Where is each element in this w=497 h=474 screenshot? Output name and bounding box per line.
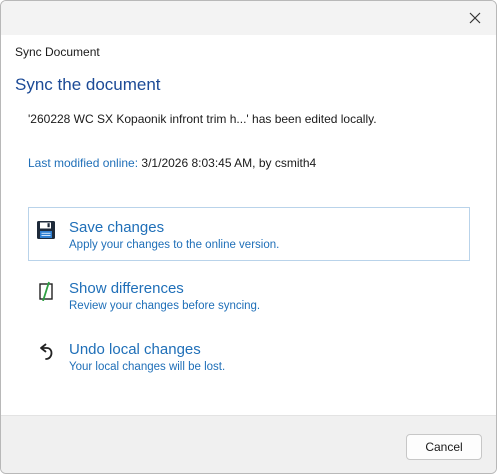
show-differences-description: Review your changes before syncing. (69, 300, 261, 312)
undo-local-changes-title: Undo local changes (69, 341, 201, 358)
cancel-button[interactable]: Cancel (406, 434, 482, 460)
title-bar (1, 1, 496, 35)
floppy-disk-icon (37, 221, 55, 239)
last-modified-value: 3/1/2026 8:03:45 AM, by csmith4 (141, 156, 317, 170)
dialog-footer: Cancel (1, 415, 496, 473)
compare-differences-icon (39, 281, 53, 301)
undo-local-changes-description: Your local changes will be lost. (69, 361, 226, 373)
page-title: Sync the document (15, 75, 161, 94)
close-icon (469, 12, 481, 24)
sync-document-dialog: Sync Document Sync the document '260228 … (0, 0, 497, 474)
show-differences-option[interactable]: Show differences Review your changes bef… (28, 268, 470, 322)
save-changes-title: Save changes (69, 219, 165, 236)
close-button[interactable] (462, 6, 488, 30)
undo-arrow-icon (40, 343, 53, 360)
edited-locally-message: '260228 WC SX Kopaonik infront trim h...… (28, 112, 377, 126)
last-modified-info: Last modified online: 3/1/2026 8:03:45 A… (28, 156, 316, 170)
dialog-title: Sync Document (15, 45, 100, 59)
save-changes-option[interactable]: Save changes Apply your changes to the o… (28, 207, 470, 261)
save-changes-description: Apply your changes to the online version… (69, 239, 280, 251)
undo-local-changes-option[interactable]: Undo local changes Your local changes wi… (28, 329, 470, 383)
last-modified-label: Last modified online: (28, 156, 139, 170)
show-differences-title: Show differences (69, 280, 184, 297)
